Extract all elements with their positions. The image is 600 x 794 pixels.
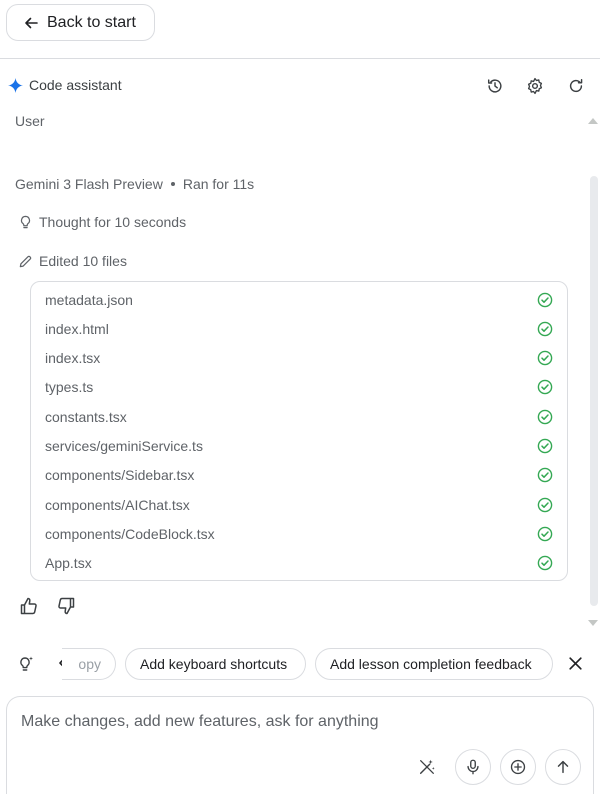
- check-circle-icon: [537, 438, 553, 454]
- prompt-composer: [6, 696, 594, 794]
- scroll-up-arrow[interactable]: [588, 118, 598, 124]
- assistant-header: Code assistant: [0, 68, 600, 104]
- file-row[interactable]: components/AIChat.tsx: [31, 490, 567, 519]
- check-circle-icon: [537, 321, 553, 337]
- check-circle-icon: [537, 292, 553, 307]
- file-row[interactable]: components/CodeBlock.tsx: [31, 519, 567, 548]
- arrow-up-icon: [557, 760, 569, 774]
- check-circle-icon: [537, 350, 553, 366]
- back-to-start-label: Back to start: [47, 13, 136, 31]
- file-name: index.tsx: [45, 350, 101, 367]
- microphone-icon: [467, 759, 479, 775]
- file-row[interactable]: types.ts: [31, 373, 567, 402]
- file-name: services/geminiService.ts: [45, 438, 203, 454]
- user-label: User: [15, 113, 45, 129]
- suggestion-chip-partial[interactable]: opy: [62, 648, 116, 680]
- scroll-down-arrow[interactable]: [588, 620, 598, 626]
- file-name: index.html: [45, 320, 109, 337]
- microphone-button[interactable]: [455, 749, 491, 785]
- send-button[interactable]: [545, 749, 581, 785]
- model-name: Gemini 3 Flash Preview: [15, 176, 163, 192]
- file-row[interactable]: services/geminiService.ts: [31, 432, 567, 461]
- thumbs-down-icon[interactable]: [56, 596, 76, 616]
- check-circle-icon: [537, 497, 553, 512]
- file-row[interactable]: index.tsx: [31, 344, 567, 373]
- plus-circle-icon: [510, 759, 526, 775]
- assistant-title: Code assistant: [8, 77, 122, 93]
- file-row[interactable]: metadata.json: [31, 285, 567, 314]
- suggestion-bar: opy Add keyboard shortcuts Add lesson co…: [0, 648, 600, 680]
- top-bar: Back to start: [0, 0, 600, 59]
- settings-icon[interactable]: [525, 76, 545, 96]
- check-circle-icon: [537, 467, 553, 483]
- back-to-start-button[interactable]: Back to start: [6, 4, 155, 41]
- edited-files-list: metadata.json index.html index.tsx types.ts…: [30, 281, 568, 581]
- file-row[interactable]: components/Sidebar.tsx: [31, 461, 567, 490]
- check-circle-icon: [537, 555, 553, 571]
- suggestion-chip-keyboard-shortcuts[interactable]: Add keyboard shortcuts: [125, 648, 306, 680]
- thumbs-up-icon[interactable]: [19, 596, 39, 616]
- file-row[interactable]: constants.tsx: [31, 402, 567, 431]
- suggestion-chip-lesson-feedback[interactable]: Add lesson completion feedback: [315, 648, 553, 680]
- arrow-left-icon: [25, 17, 38, 28]
- lightbulb-icon: [20, 215, 31, 228]
- check-circle-icon: [537, 380, 553, 395]
- refresh-icon[interactable]: [566, 76, 586, 96]
- assistant-title-label: Code assistant: [29, 77, 122, 93]
- magic-wand-icon[interactable]: [409, 749, 445, 785]
- scrollbar-thumb[interactable]: [590, 176, 598, 606]
- thought-label: Thought for 10 seconds: [39, 214, 187, 230]
- pencil-icon: [19, 255, 32, 267]
- file-name: components/AIChat.tsx: [45, 496, 190, 513]
- history-icon[interactable]: [485, 76, 505, 96]
- check-circle-icon: [537, 409, 553, 424]
- feedback-buttons: [19, 596, 76, 616]
- edited-files-toggle[interactable]: Edited 10 files: [18, 253, 127, 269]
- suggestion-lightbulb-icon[interactable]: [17, 655, 35, 673]
- run-duration: Ran for 11s: [182, 176, 255, 192]
- close-icon[interactable]: [567, 655, 584, 672]
- thought-toggle[interactable]: Thought for 10 seconds: [18, 214, 186, 230]
- sparkle-icon: [8, 77, 23, 93]
- file-name: App.tsx: [45, 555, 92, 572]
- file-row[interactable]: App.tsx: [31, 549, 567, 578]
- file-name: components/CodeBlock.tsx: [45, 525, 215, 542]
- separator-dot: [170, 182, 175, 186]
- file-name: components/Sidebar.tsx: [45, 467, 195, 484]
- file-row[interactable]: index.html: [31, 314, 567, 343]
- model-info: Gemini 3 Flash Preview Ran for 11s: [15, 176, 254, 192]
- file-name: types.ts: [45, 379, 94, 396]
- file-name: metadata.json: [45, 291, 133, 308]
- add-attachment-button[interactable]: [500, 749, 536, 785]
- prompt-input[interactable]: [21, 713, 581, 731]
- file-name: constants.tsx: [45, 408, 127, 425]
- edited-files-label: Edited 10 files: [39, 253, 127, 269]
- check-circle-icon: [537, 526, 553, 542]
